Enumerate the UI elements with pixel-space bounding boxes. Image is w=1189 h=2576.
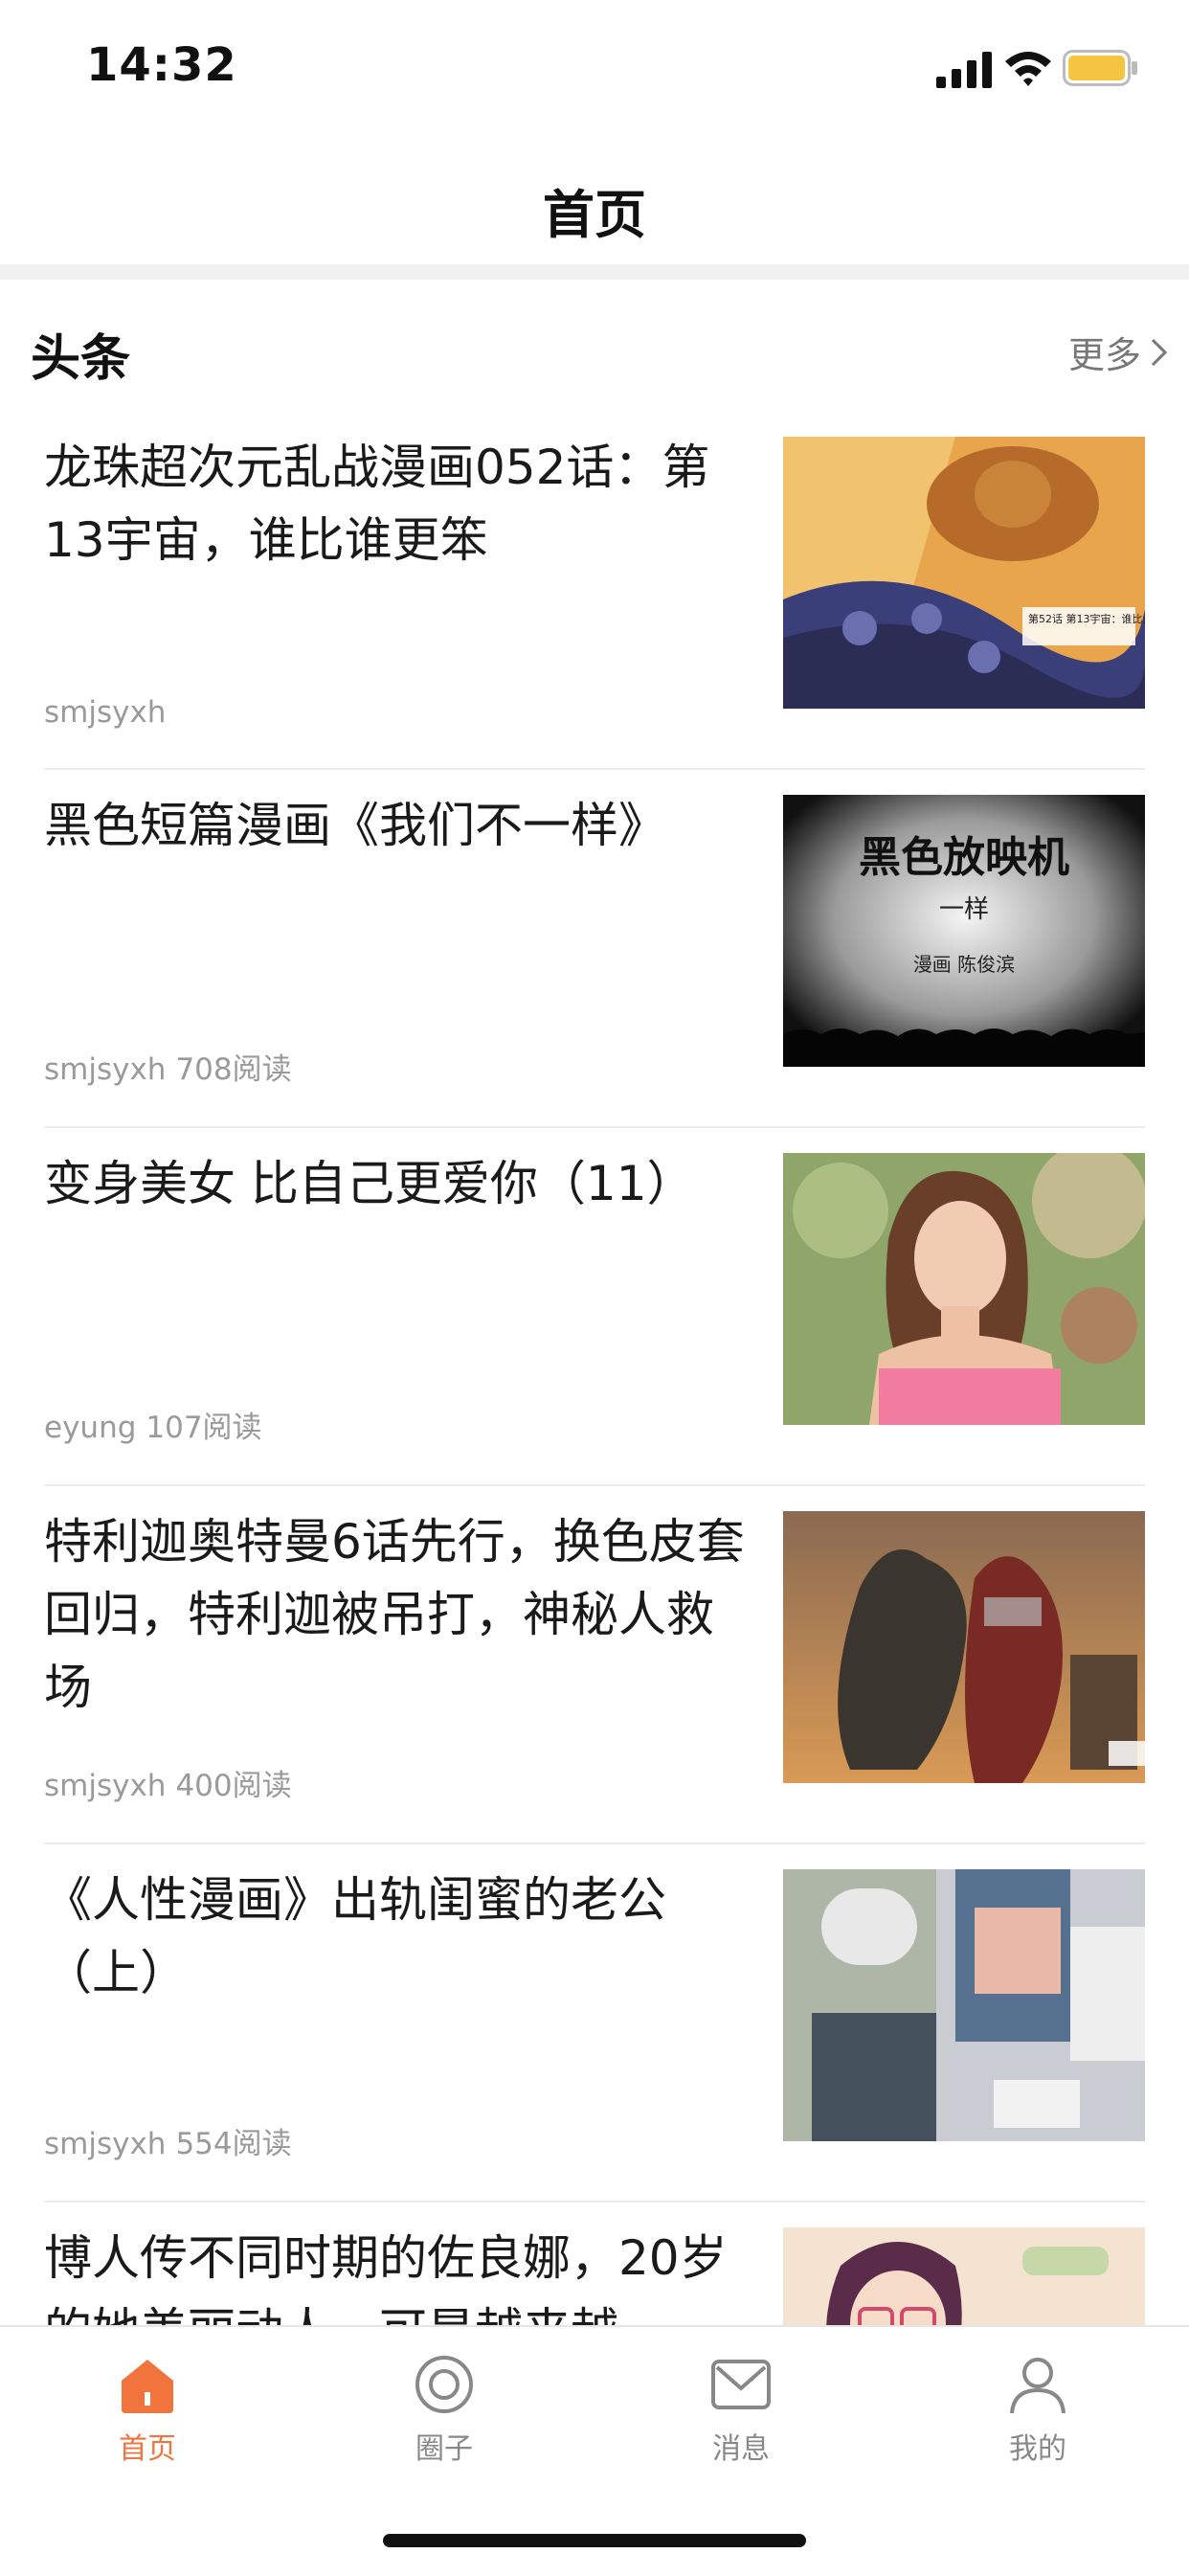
status-bar: 14:32 xyxy=(0,0,1189,134)
ultraman-scene-image xyxy=(783,1511,1145,1783)
home-icon xyxy=(122,2360,173,2413)
tab-messages[interactable]: 消息 xyxy=(645,2354,837,2467)
news-author: smjsyxh xyxy=(44,1052,167,1087)
news-item[interactable]: 《人性漫画》出轨闺蜜的老公（上） smjsyxh 554阅读 xyxy=(44,1844,1145,2203)
news-meta: smjsyxh 554阅读 xyxy=(44,2119,292,2162)
tab-label: 圈子 xyxy=(415,2432,473,2466)
news-item[interactable]: 龙珠超次元乱战漫画052话：第13宇宙，谁比谁更笨 smjsyxh 第52话 第… xyxy=(44,412,1145,770)
blurred-comic-image xyxy=(783,1869,1145,2141)
thumb-caption: 第52话 第13宇宙：谁比谁更笨？ xyxy=(1028,612,1145,625)
news-meta: smjsyxh 708阅读 xyxy=(44,1045,292,1088)
nav-bar: 首页 xyxy=(0,134,1189,264)
news-thumbnail[interactable]: 第52话 第13宇宙：谁比谁更笨？ xyxy=(783,437,1145,709)
news-read-count: 107阅读 xyxy=(146,1411,262,1445)
news-read-count: 708阅读 xyxy=(175,1052,292,1087)
tab-label: 我的 xyxy=(1009,2432,1066,2466)
news-author: smjsyxh xyxy=(44,2127,167,2161)
circle-icon xyxy=(415,2356,473,2413)
signal-icon xyxy=(936,52,992,88)
news-title: 黑色短篇漫画《我们不一样》 xyxy=(44,798,666,853)
tab-label: 首页 xyxy=(119,2432,176,2466)
news-thumbnail[interactable] xyxy=(783,1511,1145,1783)
thumb-subtitle: 一样 xyxy=(939,895,989,924)
thumb-credit: 漫画 陈俊滨 xyxy=(913,953,1015,976)
news-thumbnail[interactable] xyxy=(783,1153,1145,1425)
tab-home[interactable]: 首页 xyxy=(52,2354,243,2467)
news-item[interactable]: 变身美女 比自己更爱你（11） eyung 107阅读 xyxy=(44,1128,1145,1486)
news-meta: eyung 107阅读 xyxy=(44,1403,262,1446)
page-title: 首页 xyxy=(543,185,646,245)
user-icon xyxy=(1010,2358,1066,2414)
status-time: 14:32 xyxy=(86,38,237,92)
battery-icon xyxy=(1063,50,1137,86)
news-author: smjsyxh xyxy=(44,1769,167,1803)
news-thumbnail[interactable] xyxy=(783,1869,1145,2141)
news-title: 变身美女 比自己更爱你（11） xyxy=(44,1156,695,1211)
more-label: 更多 xyxy=(1067,334,1141,376)
news-item[interactable]: 黑色短篇漫画《我们不一样》 smjsyxh 708阅读 黑色放映机 一样 漫画 陈… xyxy=(44,770,1145,1128)
tab-circle[interactable]: 圈子 xyxy=(348,2354,540,2467)
news-title: 龙珠超次元乱战漫画052话：第13宇宙，谁比谁更笨 xyxy=(44,440,710,568)
news-author: eyung xyxy=(44,1411,137,1445)
news-item[interactable]: 博人传不同时期的佐良娜，20岁的她美丽动人，可是越来越 xyxy=(44,2203,1145,2325)
news-item[interactable]: 特利迦奥特曼6话先行，换色皮套回归，特利迦被吊打，神秘人救场 smjsyxh 40… xyxy=(44,1486,1145,1844)
news-meta: smjsyxh xyxy=(44,695,166,730)
tab-label: 消息 xyxy=(712,2432,770,2466)
news-read-count: 554阅读 xyxy=(175,2127,292,2161)
news-title: 《人性漫画》出轨闺蜜的老公（上） xyxy=(44,1872,666,2000)
nav-divider xyxy=(0,264,1189,280)
film-poster-image: 黑色放映机 一样 漫画 陈俊滨 xyxy=(783,795,1145,1067)
news-title: 博人传不同时期的佐良娜，20岁的她美丽动人，可是越来越 xyxy=(44,2230,728,2325)
comic-battle-image: 第52话 第13宇宙：谁比谁更笨？ xyxy=(783,437,1145,709)
news-feed[interactable]: 龙珠超次元乱战漫画052话：第13宇宙，谁比谁更笨 smjsyxh 第52话 第… xyxy=(0,412,1189,2325)
portrait-photo xyxy=(783,1153,1145,1425)
home-indicator[interactable] xyxy=(383,2534,806,2547)
chevron-right-icon xyxy=(1151,338,1168,366)
section-header: 头条 更多 xyxy=(0,280,1189,404)
anime-girl-image xyxy=(783,2227,1145,2325)
thumb-title: 黑色放映机 xyxy=(859,833,1069,882)
tab-profile[interactable]: 我的 xyxy=(942,2354,1133,2467)
news-thumbnail[interactable] xyxy=(783,2227,1145,2325)
more-link[interactable]: 更多 xyxy=(1068,326,1170,378)
news-title: 特利迦奥特曼6话先行，换色皮套回归，特利迦被吊打，神秘人救场 xyxy=(44,1514,745,1715)
news-meta: smjsyxh 400阅读 xyxy=(44,1761,292,1804)
news-thumbnail[interactable]: 黑色放映机 一样 漫画 陈俊滨 xyxy=(783,795,1145,1067)
section-title: 头条 xyxy=(31,330,131,388)
news-read-count: 400阅读 xyxy=(175,1769,292,1803)
mail-icon xyxy=(711,2360,771,2409)
wifi-icon xyxy=(1005,52,1051,86)
news-author: smjsyxh xyxy=(44,695,167,730)
